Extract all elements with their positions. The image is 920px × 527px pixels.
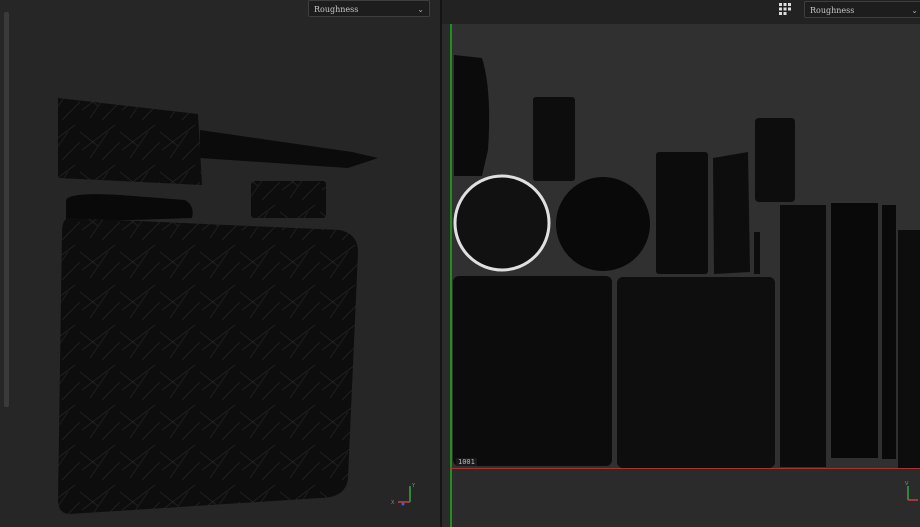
model-blade-part xyxy=(200,130,378,168)
uv-island xyxy=(533,97,575,181)
uv-island xyxy=(831,203,878,458)
viewport-3d[interactable]: Roughness ⌄ Y X xyxy=(0,0,440,527)
u-axis-line xyxy=(450,468,920,469)
uv-island xyxy=(617,277,775,468)
uv-island-ring xyxy=(453,174,551,272)
uv-island xyxy=(780,205,826,467)
axis-gizmo-2d: V xyxy=(905,481,918,501)
uv-island xyxy=(656,152,708,274)
model-rim-part xyxy=(66,194,193,222)
uv-island xyxy=(754,232,760,274)
uv-island xyxy=(755,118,795,202)
v-axis-line xyxy=(450,24,452,527)
uv-island xyxy=(882,205,896,459)
model-body-part xyxy=(58,218,358,514)
axis-gizmo-3d: Y X xyxy=(391,483,416,506)
uv-texture-islands xyxy=(453,55,920,468)
model-handle-part xyxy=(58,98,202,185)
uv-island-left-edge xyxy=(454,55,490,176)
uv-island xyxy=(898,230,920,468)
model-render[interactable] xyxy=(0,0,440,527)
svg-text:Y: Y xyxy=(411,483,416,489)
viewport-2d[interactable]: Roughness ⌄ 1001 V xyxy=(442,0,920,527)
model-small-part xyxy=(251,181,326,218)
uv-island xyxy=(713,152,750,274)
uv-island-disc xyxy=(556,177,650,271)
udim-tile-label: 1001 xyxy=(456,458,477,466)
svg-text:X: X xyxy=(391,500,395,506)
svg-text:V: V xyxy=(905,481,909,487)
uv-island xyxy=(453,276,612,466)
